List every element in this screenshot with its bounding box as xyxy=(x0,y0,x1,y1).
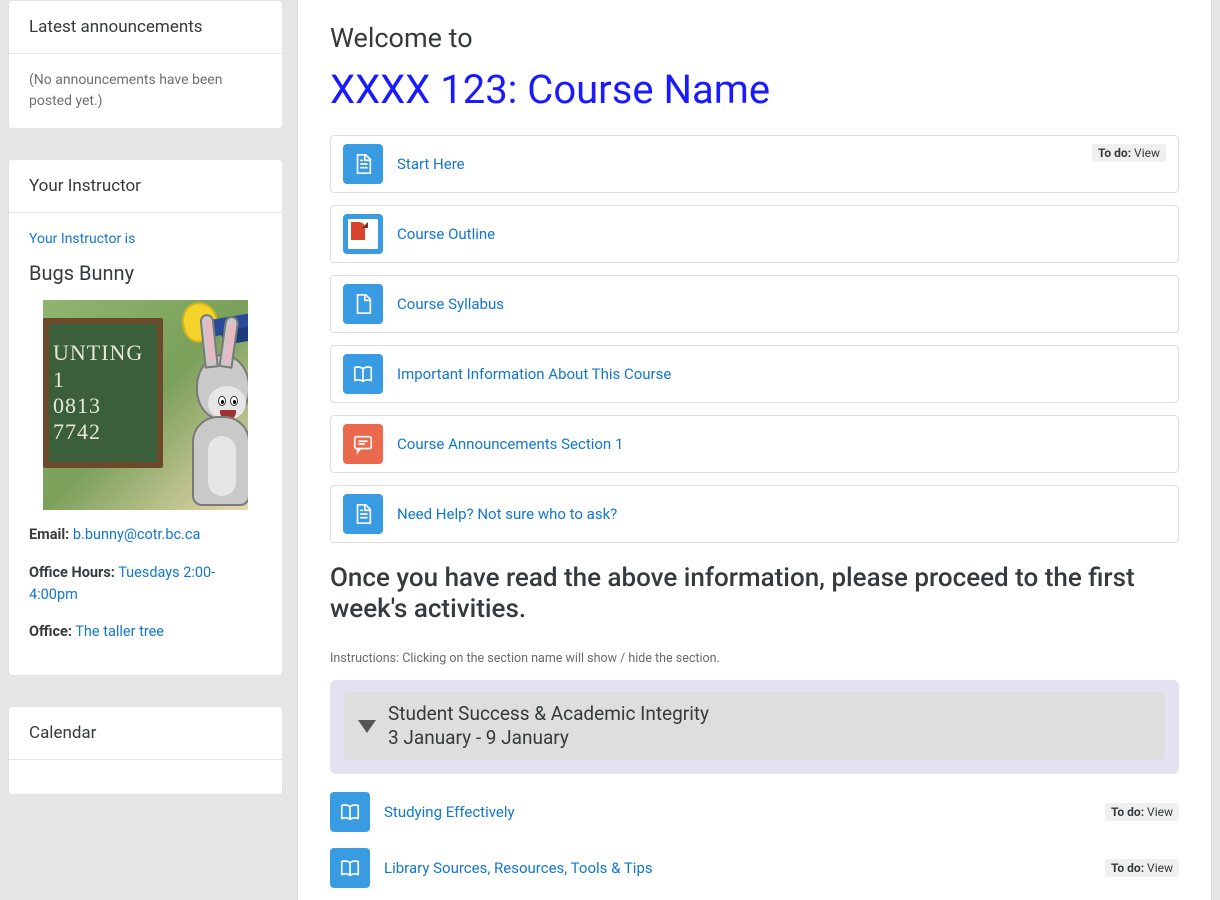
activity-link[interactable]: Course Outline xyxy=(397,225,495,243)
activity-link[interactable]: Start Here xyxy=(397,155,465,173)
week-title-line1: Student Success & Academic Integrity xyxy=(388,702,709,726)
activity-item[interactable]: Course Syllabus xyxy=(330,275,1179,333)
chevron-down-icon xyxy=(358,720,376,733)
announcements-title: Latest announcements xyxy=(9,1,282,54)
week-header[interactable]: Student Success & Academic Integrity 3 J… xyxy=(344,692,1165,760)
book-icon xyxy=(330,848,370,888)
todo-badge: To do: View xyxy=(1105,803,1179,821)
book-icon xyxy=(330,792,370,832)
activity-item[interactable]: Important Information About This Course xyxy=(330,345,1179,403)
instructor-intro: Your Instructor is xyxy=(29,229,262,250)
activity-link[interactable]: Studying Effectively xyxy=(384,803,515,821)
activity-link[interactable]: Library Sources, Resources, Tools & Tips xyxy=(384,859,653,877)
instructor-title: Your Instructor xyxy=(9,160,282,213)
section-instructions: Instructions: Clicking on the section na… xyxy=(330,651,1179,666)
course-main: Welcome to XXXX 123: Course Name Start H… xyxy=(297,0,1212,900)
week-activity-item[interactable]: Library Sources, Resources, Tools & Tips… xyxy=(330,844,1179,892)
activity-item[interactable]: Start Here To do: View xyxy=(330,135,1179,193)
doc-icon xyxy=(343,494,383,534)
activity-link[interactable]: Need Help? Not sure who to ask? xyxy=(397,505,617,523)
bunny-graphic xyxy=(128,300,248,510)
todo-badge: To do: View xyxy=(1092,144,1166,162)
welcome-pre: Welcome to xyxy=(330,22,1179,54)
activity-link[interactable]: Course Announcements Section 1 xyxy=(397,435,623,453)
instructor-block: Your Instructor Your Instructor is Bugs … xyxy=(8,159,283,676)
proceed-note: Once you have read the above information… xyxy=(330,563,1179,625)
instructor-hours: Office Hours: Tuesdays 2:00-4:00pm xyxy=(29,562,262,606)
activity-link[interactable]: Important Information About This Course xyxy=(397,365,671,383)
announcements-empty: (No announcements have been posted yet.) xyxy=(9,54,282,128)
calendar-title: Calendar xyxy=(9,707,282,760)
activity-item[interactable]: Course Announcements Section 1 xyxy=(330,415,1179,473)
activity-item[interactable]: Course Outline xyxy=(330,205,1179,263)
todo-badge: To do: View xyxy=(1105,859,1179,877)
week-title-line2: 3 January - 9 January xyxy=(388,726,709,750)
week-section: Student Success & Academic Integrity 3 J… xyxy=(330,680,1179,774)
week-activity-item[interactable]: Studying Effectively To do: View xyxy=(330,788,1179,836)
activity-link[interactable]: Course Syllabus xyxy=(397,295,504,313)
doc-icon xyxy=(343,144,383,184)
file-icon xyxy=(343,284,383,324)
instructor-name: Bugs Bunny xyxy=(29,258,262,288)
announcements-block: Latest announcements (No announcements h… xyxy=(8,0,283,129)
pdf-icon xyxy=(343,214,383,254)
book-icon xyxy=(343,354,383,394)
chat-icon xyxy=(343,424,383,464)
activity-item[interactable]: Need Help? Not sure who to ask? xyxy=(330,485,1179,543)
course-title: XXXX 123: Course Name xyxy=(330,66,1179,113)
calendar-block: Calendar xyxy=(8,706,283,795)
instructor-email: Email: b.bunny@cotr.bc.ca xyxy=(29,524,262,546)
instructor-office: Office: The taller tree xyxy=(29,621,262,643)
instructor-image: UNTING 1 0813 7742 xyxy=(43,300,248,510)
instructor-email-link[interactable]: b.bunny@cotr.bc.ca xyxy=(73,526,201,543)
